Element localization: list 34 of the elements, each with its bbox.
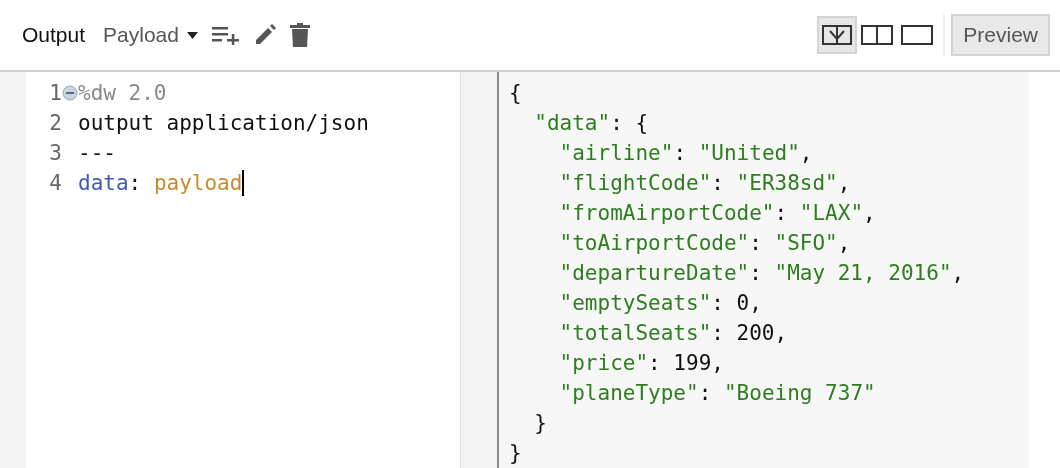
line-number: 1 <box>48 81 62 105</box>
preview-button[interactable]: Preview <box>951 14 1050 56</box>
code-line: "data": { <box>533 110 650 137</box>
code-line: output application/json <box>78 111 369 135</box>
code-line: "planeType": "Boeing 737" <box>558 380 877 407</box>
split-view-icon <box>861 25 894 45</box>
code-line: "toAirportCode": "SFO", <box>558 230 852 257</box>
code-line: "fromAirportCode": "LAX", <box>558 200 877 227</box>
pencil-icon[interactable] <box>253 24 276 46</box>
code-line: "emptySeats": 0, <box>558 290 763 317</box>
line-number: 2 <box>48 111 62 135</box>
panel-title: Output <box>22 23 86 47</box>
caret-icon <box>186 31 198 39</box>
trash-icon[interactable] <box>289 23 310 47</box>
view-mode-button[interactable] <box>817 16 858 54</box>
code-line: { <box>509 80 523 107</box>
code-line: --- <box>78 141 116 165</box>
code-line: } <box>509 440 523 467</box>
code-line: "departureDate": "May 21, 2016", <box>558 260 966 287</box>
diff-view-icon <box>822 25 853 45</box>
code-line: "price": 199, <box>558 350 725 377</box>
code-line: } <box>533 410 548 437</box>
code-line: "flightCode": "ER38sd", <box>558 170 852 197</box>
fold-icon[interactable] <box>62 85 78 101</box>
code-line: "totalSeats": 200, <box>558 320 789 347</box>
add-list-icon[interactable] <box>211 25 240 45</box>
scrollbar-track[interactable] <box>460 72 497 468</box>
code-line: data: payload <box>78 171 243 195</box>
code-line: %dw 2.0 <box>78 81 167 105</box>
code-line: "airline": "United", <box>558 140 814 167</box>
line-number: 4 <box>48 171 62 195</box>
payload-dropdown[interactable]: Payload <box>103 23 198 47</box>
line-number: 3 <box>48 141 62 165</box>
single-view-icon <box>901 25 934 45</box>
